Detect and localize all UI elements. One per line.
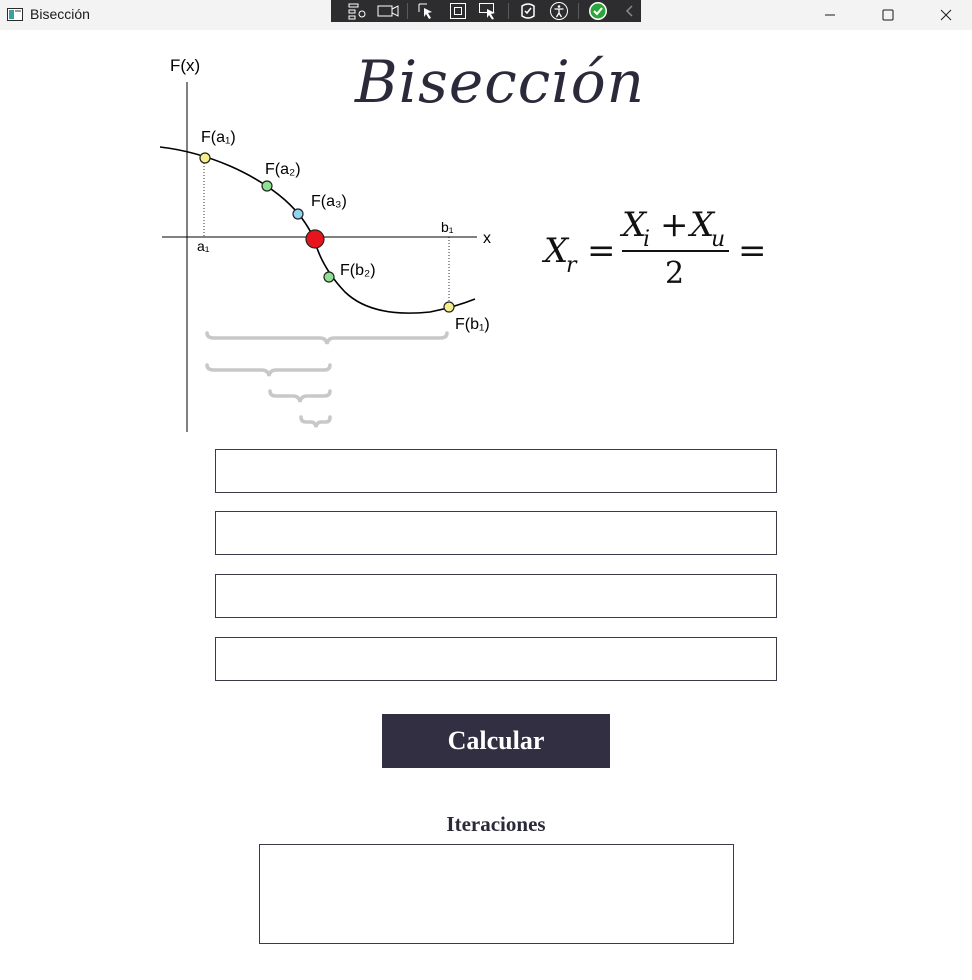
- input-field-1[interactable]: [215, 449, 777, 493]
- maximize-icon: [882, 9, 894, 21]
- root-point: [305, 229, 325, 249]
- a1-label: a₁: [197, 238, 210, 254]
- toolbar-separator: [407, 3, 408, 19]
- bisection-formula: X r = X i + X u 2 =: [541, 205, 767, 291]
- live-visual-tree-icon[interactable]: [345, 0, 369, 22]
- toolbar-separator: [578, 3, 579, 19]
- point-fa1: [199, 152, 211, 164]
- validation-check-icon[interactable]: [586, 0, 610, 22]
- minimize-icon: [825, 14, 835, 16]
- formula-lhs-sub: r: [566, 253, 578, 278]
- label-fb2: F(b₂): [340, 262, 376, 279]
- point-fa3: [292, 208, 304, 220]
- point-fa2: [261, 180, 273, 192]
- close-icon: [940, 9, 952, 21]
- label-fa2: F(a₂): [265, 161, 301, 178]
- formula-numerator-xu-sub: u: [711, 227, 725, 252]
- brace-interval-1: [205, 331, 449, 345]
- iterations-label: Iteraciones: [446, 812, 546, 836]
- input-field-4[interactable]: [215, 637, 777, 681]
- select-element-icon[interactable]: [415, 0, 439, 22]
- input-field-3[interactable]: [215, 574, 777, 618]
- minimize-button[interactable]: [801, 0, 859, 30]
- formula-equals-1: =: [587, 231, 616, 271]
- track-focus-icon[interactable]: [477, 0, 501, 22]
- label-fa3: F(a₃): [311, 193, 347, 210]
- app-title: Bisección: [354, 48, 646, 116]
- input-field-2[interactable]: [215, 511, 777, 555]
- brace-interval-2: [205, 363, 332, 377]
- brace-interval-3: [268, 389, 332, 403]
- app-icon: [7, 8, 23, 21]
- record-icon[interactable]: [376, 0, 400, 22]
- formula-equals-2: =: [738, 231, 767, 271]
- toolbar-separator: [508, 3, 509, 19]
- formula-denominator: 2: [665, 256, 684, 291]
- label-fb1: F(b₁): [455, 316, 490, 333]
- b1-label: b₁: [441, 219, 454, 235]
- interval-braces: [205, 331, 449, 428]
- collapse-chevron-icon[interactable]: [617, 0, 641, 22]
- debug-toolbar: [331, 0, 641, 22]
- label-fa1: F(a₁): [201, 129, 236, 146]
- title-bar: Bisección: [0, 0, 972, 30]
- display-layout-adorners-icon[interactable]: [446, 0, 470, 22]
- maximize-button[interactable]: [859, 0, 917, 30]
- formula-plus: +: [660, 205, 689, 245]
- window-title: Bisección: [30, 6, 90, 22]
- close-button[interactable]: [917, 0, 972, 30]
- point-fb1: [443, 301, 455, 313]
- point-fb2: [323, 271, 335, 283]
- calculate-button[interactable]: Calcular: [382, 714, 610, 768]
- y-axis-label: F(x): [170, 56, 200, 75]
- formula-numerator-xi-sub: i: [643, 227, 650, 252]
- x-axis-label: x: [483, 230, 491, 247]
- brace-interval-4: [299, 415, 332, 428]
- hot-reload-icon[interactable]: [516, 0, 540, 22]
- iterations-output[interactable]: [259, 844, 734, 944]
- accessibility-icon[interactable]: [547, 0, 571, 22]
